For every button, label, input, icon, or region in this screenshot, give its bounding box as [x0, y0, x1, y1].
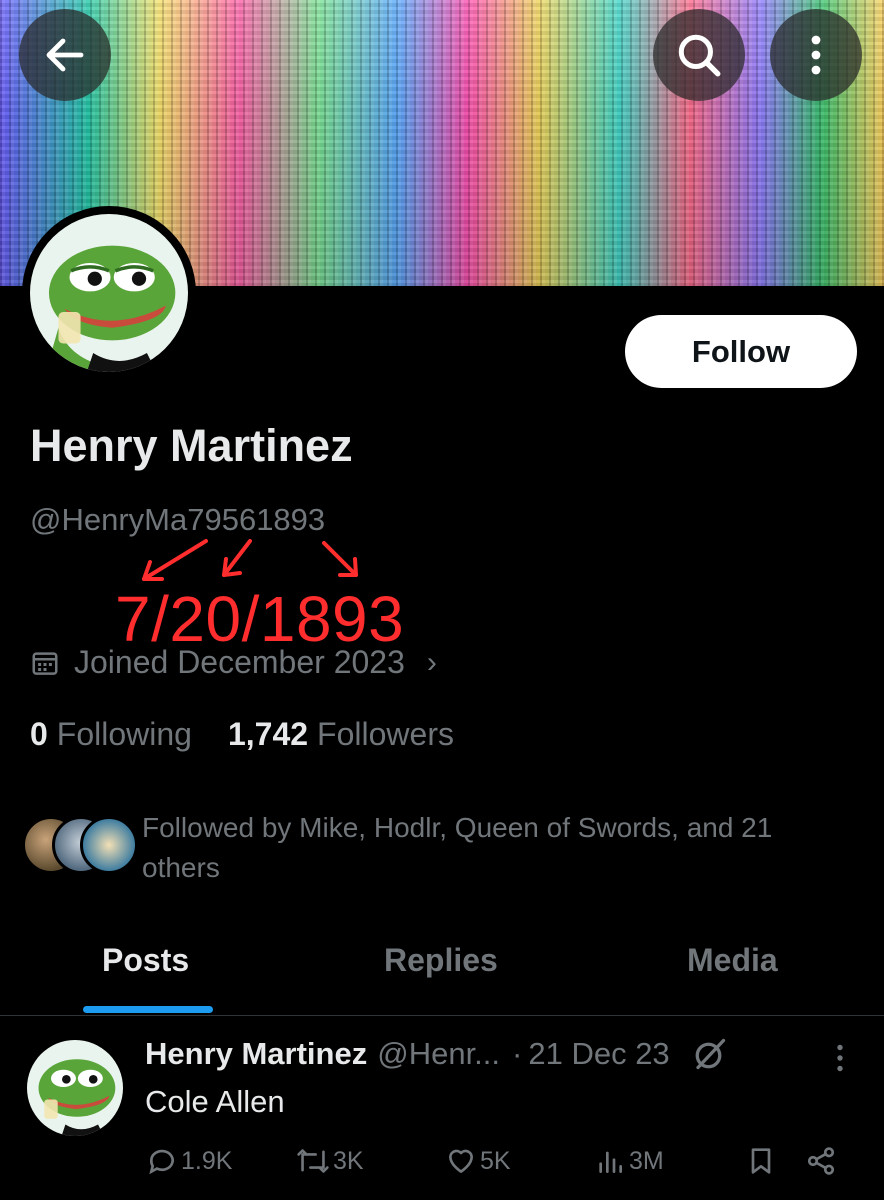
search-button[interactable] — [653, 9, 745, 101]
post-author-handle[interactable]: @Henr... — [377, 1036, 500, 1072]
post-date[interactable]: 21 Dec 23 — [528, 1036, 669, 1072]
mutual-followers-avatars — [22, 816, 138, 878]
profile-avatar[interactable] — [22, 206, 196, 380]
post-header: Henry Martinez @Henr... · 21 Dec 23 — [145, 1036, 728, 1072]
bookmark-icon — [751, 1148, 771, 1174]
reply-button[interactable]: 1.9K — [146, 1145, 232, 1177]
like-count: 5K — [480, 1146, 511, 1175]
frog-avatar-image — [30, 214, 188, 372]
joined-date-row[interactable]: Joined December 2023 › — [30, 644, 437, 681]
more-options-button[interactable] — [770, 9, 862, 101]
post-actions: 1.9K 3K 5K 3M — [0, 1145, 884, 1185]
profile-tabs: Posts Replies Media — [0, 930, 884, 1016]
followed-by-text: Followed by Mike, Hodlr, Queen of Swords… — [142, 812, 773, 883]
joined-text: Joined December 2023 — [74, 644, 405, 680]
frog-avatar-image — [27, 1040, 123, 1136]
following-stat[interactable]: 0 Following — [30, 716, 192, 753]
followers-count: 1,742 — [227, 716, 309, 752]
repost-count: 3K — [333, 1146, 364, 1175]
views-icon — [599, 1151, 622, 1173]
bookmark-button[interactable] — [745, 1145, 780, 1177]
followed-by-row[interactable]: Followed by Mike, Hodlr, Queen of Swords… — [22, 808, 842, 888]
post-author-name[interactable]: Henry Martinez — [145, 1036, 367, 1072]
tab-media[interactable]: Media — [687, 942, 778, 979]
share-button[interactable] — [805, 1145, 840, 1177]
tab-posts[interactable]: Posts — [102, 942, 189, 979]
repost-icon — [297, 1149, 329, 1173]
tab-replies[interactable]: Replies — [384, 942, 498, 979]
post-more-icon[interactable] — [826, 1040, 854, 1076]
views-count: 3M — [629, 1146, 664, 1175]
active-tab-indicator — [83, 1006, 213, 1013]
grok-icon[interactable] — [692, 1036, 728, 1072]
like-button[interactable]: 5K — [445, 1145, 511, 1177]
following-count: 0 — [30, 716, 48, 752]
post-separator: · — [512, 1036, 523, 1071]
views-button[interactable]: 3M — [594, 1145, 664, 1177]
reply-icon — [149, 1149, 174, 1175]
annotation-arrows — [142, 539, 358, 581]
follow-button[interactable]: Follow — [625, 315, 857, 388]
reply-count: 1.9K — [181, 1146, 233, 1175]
more-vertical-icon — [811, 35, 821, 75]
heart-icon — [449, 1149, 473, 1173]
follow-stats: 0 Following 1,742 Followers — [30, 716, 454, 753]
back-button[interactable] — [19, 9, 111, 101]
calendar-icon — [32, 651, 58, 675]
share-icon — [807, 1147, 835, 1175]
chevron-right-icon: › — [426, 645, 437, 679]
profile-handle: @HenryMa79561893 — [30, 502, 326, 537]
profile-display-name: Henry Martinez — [30, 420, 353, 471]
repost-button[interactable]: 3K — [296, 1145, 364, 1177]
avatar — [80, 816, 138, 874]
followers-stat[interactable]: 1,742 Followers — [228, 716, 454, 753]
following-label: Following — [56, 716, 192, 752]
post-body-text: Cole Allen — [145, 1084, 285, 1119]
arrow-left-icon — [46, 38, 84, 72]
followers-label: Followers — [317, 716, 454, 752]
post-author-avatar[interactable] — [27, 1040, 123, 1136]
search-icon — [678, 34, 721, 77]
